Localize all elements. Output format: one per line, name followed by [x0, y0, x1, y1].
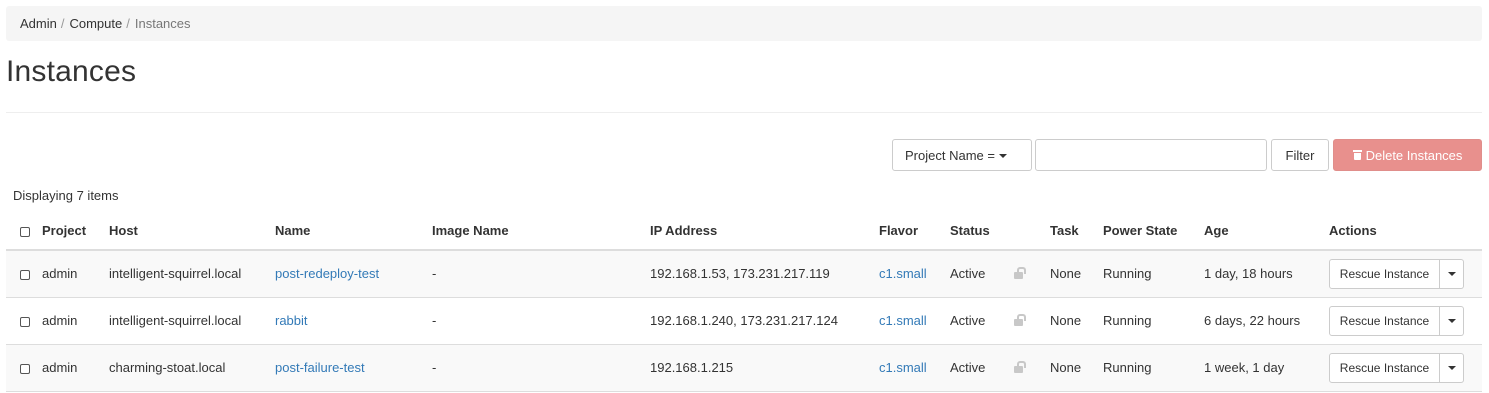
column-header-image-name[interactable]: Image Name [432, 212, 650, 251]
flavor-link[interactable]: c1.small [879, 313, 927, 328]
cell-status: Active [950, 344, 1014, 392]
cell-status: Active [950, 297, 1014, 345]
cell-flavor: c1.small [879, 344, 950, 392]
chevron-down-icon [1447, 365, 1456, 370]
filter-button[interactable]: Filter [1271, 139, 1329, 171]
cell-ip-address: 192.168.1.53, 173.231.217.119 [650, 250, 879, 298]
cell-power-state: Running [1103, 344, 1204, 392]
cell-ip-address: 192.168.1.215 [650, 344, 879, 392]
cell-image-name: - [432, 344, 650, 392]
cell-lock [1014, 250, 1050, 298]
cell-power-state: Running [1103, 250, 1204, 298]
row-checkbox[interactable] [20, 269, 30, 280]
column-header-host[interactable]: Host [109, 212, 275, 251]
cell-age: 1 week, 1 day [1204, 344, 1329, 392]
cell-age: 1 day, 18 hours [1204, 250, 1329, 298]
trash-icon [1352, 150, 1362, 160]
table-header-row: Project Host Name Image Name IP Address … [6, 212, 1482, 251]
cell-actions: Rescue Instance [1329, 344, 1482, 392]
row-actions-dropdown-button[interactable] [1440, 305, 1464, 336]
cell-flavor: c1.small [879, 250, 950, 298]
column-header-actions: Actions [1329, 212, 1482, 251]
column-header-project[interactable]: Project [42, 212, 109, 251]
column-header-ip-address[interactable]: IP Address [650, 212, 879, 251]
cell-task: None [1050, 297, 1103, 345]
cell-image-name: - [432, 297, 650, 345]
row-checkbox[interactable] [20, 316, 30, 327]
chevron-down-icon [998, 153, 1007, 158]
row-select-cell [6, 250, 42, 298]
cell-actions: Rescue Instance [1329, 250, 1482, 298]
rescue-instance-button[interactable]: Rescue Instance [1329, 258, 1440, 289]
cell-name: post-redeploy-test [275, 250, 432, 298]
cell-ip-address: 192.168.1.240, 173.231.217.124 [650, 297, 879, 345]
column-header-status[interactable]: Status [950, 212, 1014, 251]
cell-image-name: - [432, 250, 650, 298]
cell-flavor: c1.small [879, 297, 950, 345]
delete-instances-button[interactable]: Delete Instances [1333, 139, 1482, 171]
delete-instances-label: Delete Instances [1365, 147, 1463, 163]
instance-name-link[interactable]: post-failure-test [275, 360, 365, 375]
row-checkbox[interactable] [20, 363, 30, 374]
unlocked-icon [1014, 314, 1026, 326]
table-row: admin charming-stoat.local post-failure-… [6, 344, 1482, 392]
instance-name-link[interactable]: rabbit [275, 313, 308, 328]
column-header-power-state[interactable]: Power State [1103, 212, 1204, 251]
breadcrumb: Admin / Compute / Instances [6, 6, 1482, 41]
row-actions-group: Rescue Instance [1329, 258, 1464, 289]
breadcrumb-admin[interactable]: Admin [20, 16, 57, 31]
cell-lock [1014, 297, 1050, 345]
page-title: Instances [6, 55, 137, 88]
cell-task: None [1050, 344, 1103, 392]
cell-lock [1014, 344, 1050, 392]
cell-host: intelligent-squirrel.local [109, 297, 275, 345]
cell-status: Active [950, 250, 1014, 298]
cell-age: 6 days, 22 hours [1204, 297, 1329, 345]
unlocked-icon [1014, 267, 1026, 280]
row-actions-group: Rescue Instance [1329, 352, 1464, 383]
cell-actions: Rescue Instance [1329, 297, 1482, 345]
column-header-flavor[interactable]: Flavor [879, 212, 950, 251]
column-header-task[interactable]: Task [1050, 212, 1103, 251]
column-header-name[interactable]: Name [275, 212, 432, 251]
rescue-instance-button[interactable]: Rescue Instance [1329, 305, 1440, 336]
cell-power-state: Running [1103, 297, 1204, 345]
chevron-down-icon [1447, 271, 1456, 276]
table-row: admin intelligent-squirrel.local post-re… [6, 250, 1482, 298]
chevron-down-icon [1447, 318, 1456, 323]
select-all-cell [6, 212, 42, 251]
cell-project: admin [42, 250, 109, 298]
unlocked-icon [1014, 361, 1026, 373]
row-actions-dropdown-button[interactable] [1440, 352, 1464, 383]
select-all-checkbox[interactable] [20, 226, 30, 237]
rescue-instance-button[interactable]: Rescue Instance [1329, 352, 1440, 383]
column-header-lock [1014, 212, 1050, 251]
cell-task: None [1050, 250, 1103, 298]
row-actions-group: Rescue Instance [1329, 305, 1464, 336]
cell-host: charming-stoat.local [109, 344, 275, 392]
flavor-link[interactable]: c1.small [879, 360, 927, 375]
breadcrumb-compute[interactable]: Compute [69, 16, 122, 31]
title-divider [6, 112, 1482, 113]
filter-input[interactable] [1035, 139, 1267, 171]
cell-host: intelligent-squirrel.local [109, 250, 275, 298]
cell-project: admin [42, 344, 109, 392]
cell-project: admin [42, 297, 109, 345]
cell-name: post-failure-test [275, 344, 432, 392]
filter-field-dropdown[interactable]: Project Name = [892, 139, 1032, 171]
table-row: admin intelligent-squirrel.local rabbit … [6, 297, 1482, 345]
items-count: Displaying 7 items [13, 188, 119, 203]
cell-name: rabbit [275, 297, 432, 345]
row-actions-dropdown-button[interactable] [1440, 258, 1464, 289]
filter-field-label: Project Name = [905, 147, 995, 163]
row-select-cell [6, 344, 42, 392]
instances-table: Project Host Name Image Name IP Address … [6, 212, 1482, 392]
row-select-cell [6, 297, 42, 345]
breadcrumb-current: Instances [134, 16, 191, 31]
breadcrumb-separator: / [60, 16, 65, 31]
flavor-link[interactable]: c1.small [879, 266, 927, 281]
instance-name-link[interactable]: post-redeploy-test [275, 266, 379, 281]
column-header-age[interactable]: Age [1204, 212, 1329, 251]
breadcrumb-separator: / [126, 16, 130, 31]
